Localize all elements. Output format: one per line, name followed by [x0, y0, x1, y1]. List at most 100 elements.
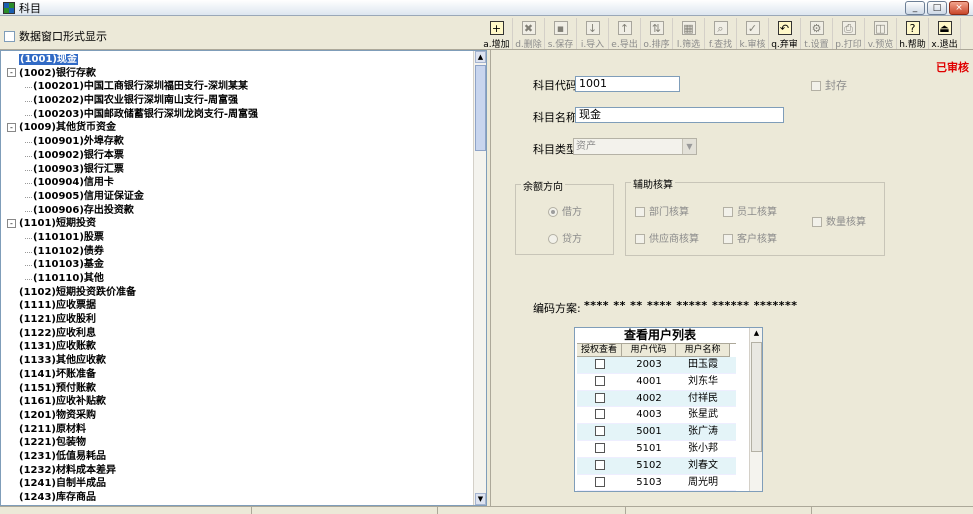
tree-node[interactable]: (1001)现金 — [3, 53, 473, 67]
collapse-icon[interactable]: - — [7, 122, 16, 132]
credit-option[interactable]: 贷方 — [548, 230, 582, 245]
collapse-icon[interactable]: - — [7, 68, 16, 78]
tree-node[interactable]: (1241)自制半成品 — [3, 477, 473, 491]
tree-node[interactable]: (100902)银行本票 — [3, 149, 473, 163]
tree-node[interactable]: - (1101)短期投资 — [3, 217, 473, 231]
tree-node[interactable]: - (1009)其他货币资金 — [3, 121, 473, 135]
preview-button[interactable]: ◫ v.预览 — [865, 18, 897, 50]
collapse-icon[interactable]: - — [7, 218, 16, 228]
tree-node[interactable]: (1161)应收补贴款 — [3, 395, 473, 409]
tree-node[interactable]: (100203)中国邮政储蓄银行深圳龙岗支行-周富强 — [3, 108, 473, 122]
scroll-down-icon[interactable]: ▼ — [475, 493, 486, 505]
save-button[interactable]: ▪ s.保存 — [545, 18, 577, 50]
aux-emp-checkbox[interactable] — [723, 207, 733, 217]
tree-node[interactable]: (1131)应收账款 — [3, 340, 473, 354]
table-row[interactable]: 4001 刘东华 — [577, 374, 736, 391]
aux-emp-option[interactable]: 员工核算 — [723, 203, 777, 218]
tree-node[interactable]: - (1002)银行存款 — [3, 67, 473, 81]
import-button[interactable]: ↓ i.导入 — [577, 18, 609, 50]
tree-node[interactable]: (1201)物资采购 — [3, 409, 473, 423]
account-tree[interactable]: (1001)现金 - (1002)银行存款 (100201)中国工商银行深圳福田支行-… — [0, 50, 487, 506]
authorized-checkbox[interactable] — [594, 359, 605, 369]
tree-node[interactable]: (100906)存出投资款 — [3, 204, 473, 218]
name-field[interactable]: 现金 — [575, 107, 784, 123]
table-row[interactable]: 5101 张小邦 — [577, 441, 736, 458]
exit-button[interactable]: ⏏ x.退出 — [929, 18, 961, 50]
aux-customer-checkbox[interactable] — [723, 234, 733, 244]
tree-node[interactable]: (1211)原材料 — [3, 423, 473, 437]
table-row[interactable]: 4003 张星武 — [577, 407, 736, 425]
tree-node[interactable]: (1231)低值易耗品 — [3, 450, 473, 464]
col-user-code[interactable]: 用户代码 — [622, 344, 676, 357]
tree-scroll-thumb[interactable] — [475, 65, 486, 151]
add-button[interactable]: + a.增加 — [481, 18, 513, 50]
tree-node[interactable]: (1221)包装物 — [3, 436, 473, 450]
minimize-button[interactable]: _ — [905, 1, 925, 15]
close-button[interactable]: × — [949, 1, 969, 15]
col-user-name[interactable]: 用户名称 — [676, 344, 730, 357]
grid-display-checkbox[interactable] — [4, 30, 15, 42]
tree-scrollbar[interactable]: ▲ ▼ — [473, 51, 486, 505]
scroll-up-icon[interactable]: ▲ — [475, 51, 486, 63]
tree-node[interactable]: (110102)债券 — [3, 245, 473, 259]
sort-button[interactable]: ⇅ o.排序 — [641, 18, 673, 50]
tree-node[interactable]: (1122)应收利息 — [3, 327, 473, 341]
tree-node[interactable]: (1102)短期投资跌价准备 — [3, 286, 473, 300]
table-row[interactable]: 5001 张广涛 — [577, 424, 736, 441]
tree-node[interactable]: (110101)股票 — [3, 231, 473, 245]
tree-node[interactable]: (1151)预付账款 — [3, 382, 473, 396]
sealed-checkbox[interactable] — [811, 81, 821, 91]
credit-radio[interactable] — [548, 234, 558, 244]
delete-button[interactable]: ✖ d.删除 — [513, 18, 545, 50]
debit-radio[interactable] — [548, 207, 558, 217]
chevron-down-icon[interactable]: ▼ — [682, 139, 696, 154]
tree-node[interactable]: (1133)其他应收款 — [3, 354, 473, 368]
tree-node[interactable]: (1141)坏账准备 — [3, 368, 473, 382]
authorized-checkbox[interactable] — [594, 476, 605, 487]
export-button[interactable]: ↑ e.导出 — [609, 18, 641, 50]
tree-node[interactable]: (100201)中国工商银行深圳福田支行-深圳某某 — [3, 80, 473, 94]
col-authorized[interactable]: 授权查看 — [577, 344, 622, 357]
setup-button[interactable]: ⚙ t.设置 — [801, 18, 833, 50]
type-select[interactable]: 资产 ▼ — [573, 138, 697, 155]
authorized-checkbox[interactable] — [594, 426, 605, 437]
authorized-checkbox[interactable] — [594, 375, 605, 386]
find-button[interactable]: ⌕ f.查找 — [705, 18, 737, 50]
user-list-scroll-thumb[interactable] — [751, 342, 762, 452]
grid-display-toggle[interactable]: 数据窗口形式显示 — [4, 28, 107, 44]
aux-supplier-checkbox[interactable] — [635, 234, 645, 244]
table-row[interactable]: 2003 田玉霞 — [577, 357, 736, 374]
table-row[interactable]: 4002 付祥民 — [577, 390, 736, 408]
print-button[interactable]: ⎙ p.打印 — [833, 18, 865, 50]
tree-node[interactable]: (1121)应收股利 — [3, 313, 473, 327]
unaudit-button[interactable]: ↶ q.弃审 — [769, 18, 801, 50]
scroll-up-icon[interactable]: ▲ — [751, 328, 762, 340]
help-button[interactable]: ? h.帮助 — [897, 18, 929, 50]
maximize-button[interactable]: □ — [927, 1, 947, 15]
table-row[interactable]: 5103 周光明 — [577, 475, 736, 491]
filter-button[interactable]: ▦ l.筛选 — [673, 18, 705, 50]
tree-node[interactable]: (1232)材料成本差异 — [3, 464, 473, 478]
tree-node[interactable]: (1243)库存商品 — [3, 491, 473, 505]
authorized-checkbox[interactable] — [594, 409, 605, 420]
tree-node[interactable]: (110103)基金 — [3, 258, 473, 272]
authorized-checkbox[interactable] — [594, 392, 605, 403]
aux-dept-option[interactable]: 部门核算 — [635, 203, 689, 218]
authorized-checkbox[interactable] — [594, 442, 605, 453]
tree-node[interactable]: (110110)其他 — [3, 272, 473, 286]
code-field[interactable]: 1001 — [575, 76, 680, 92]
tree-node[interactable]: (100903)银行汇票 — [3, 163, 473, 177]
tree-node[interactable]: (1111)应收票据 — [3, 299, 473, 313]
aux-qty-option[interactable]: 数量核算 — [812, 213, 866, 228]
authorized-checkbox[interactable] — [594, 459, 605, 470]
user-list-scrollbar[interactable]: ▲ — [749, 328, 762, 491]
audit-button[interactable]: ✓ k.审核 — [737, 18, 769, 50]
sealed-option[interactable]: 封存 — [811, 77, 847, 93]
tree-node[interactable]: (100905)信用证保证金 — [3, 190, 473, 204]
tree-node[interactable]: (100904)信用卡 — [3, 176, 473, 190]
table-row[interactable]: 5102 刘春文 — [577, 457, 736, 475]
aux-customer-option[interactable]: 客户核算 — [723, 230, 777, 245]
aux-qty-checkbox[interactable] — [812, 217, 822, 227]
tree-node[interactable]: (100202)中国农业银行深圳南山支行-周富强 — [3, 94, 473, 108]
tree-node[interactable]: (100901)外埠存款 — [3, 135, 473, 149]
